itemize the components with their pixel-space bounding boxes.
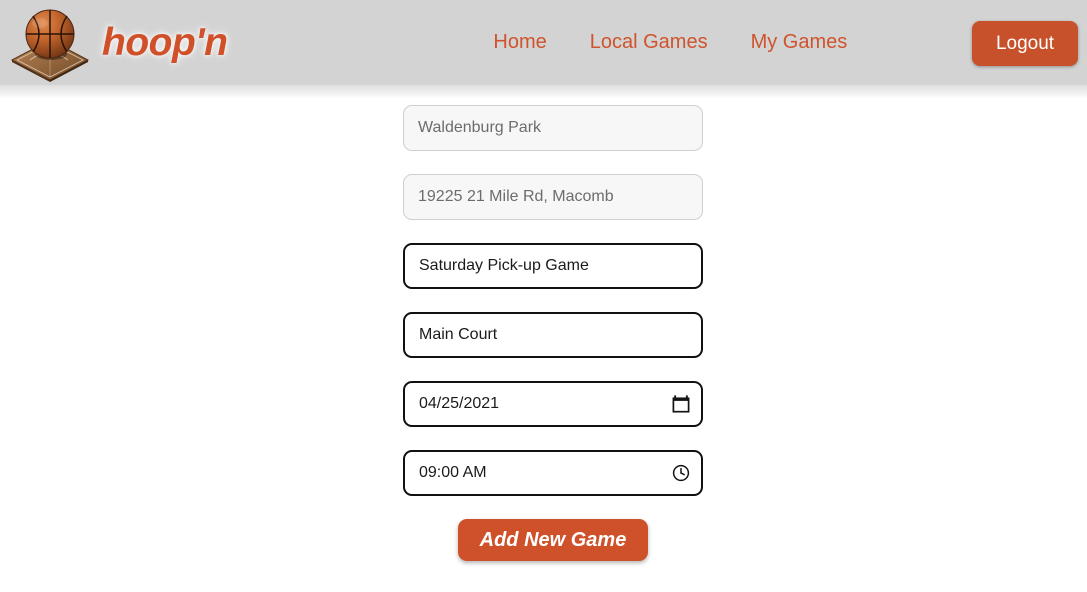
nav-link-local-games[interactable]: Local Games — [590, 31, 708, 54]
primary-nav: Home Local Games My Games — [493, 31, 847, 54]
park-address-input[interactable] — [403, 174, 703, 220]
park-name-input[interactable] — [403, 105, 703, 151]
game-title-input[interactable] — [403, 243, 703, 289]
logout-button[interactable]: Logout — [972, 21, 1078, 66]
nav-link-my-games[interactable]: My Games — [751, 31, 848, 54]
page-body: Add New Game — [0, 85, 1087, 592]
add-game-form: Add New Game — [403, 105, 703, 561]
brand-logo[interactable]: hoop'n — [4, 3, 228, 83]
park-address-field — [403, 174, 703, 220]
submit-row: Add New Game — [403, 519, 703, 561]
nav-link-home[interactable]: Home — [493, 31, 546, 54]
court-name-field — [403, 312, 703, 358]
top-navigation-bar: hoop'n Home Local Games My Games Logout — [0, 0, 1087, 99]
game-title-field — [403, 243, 703, 289]
game-time-input[interactable] — [403, 450, 703, 496]
brand-name-text: hoop'n — [102, 21, 228, 64]
basketball-on-court-icon — [4, 3, 96, 83]
park-name-field — [403, 105, 703, 151]
court-name-input[interactable] — [403, 312, 703, 358]
add-new-game-button[interactable]: Add New Game — [457, 519, 649, 561]
game-time-field — [403, 450, 703, 496]
game-date-field — [403, 381, 703, 427]
game-date-input[interactable] — [403, 381, 703, 427]
